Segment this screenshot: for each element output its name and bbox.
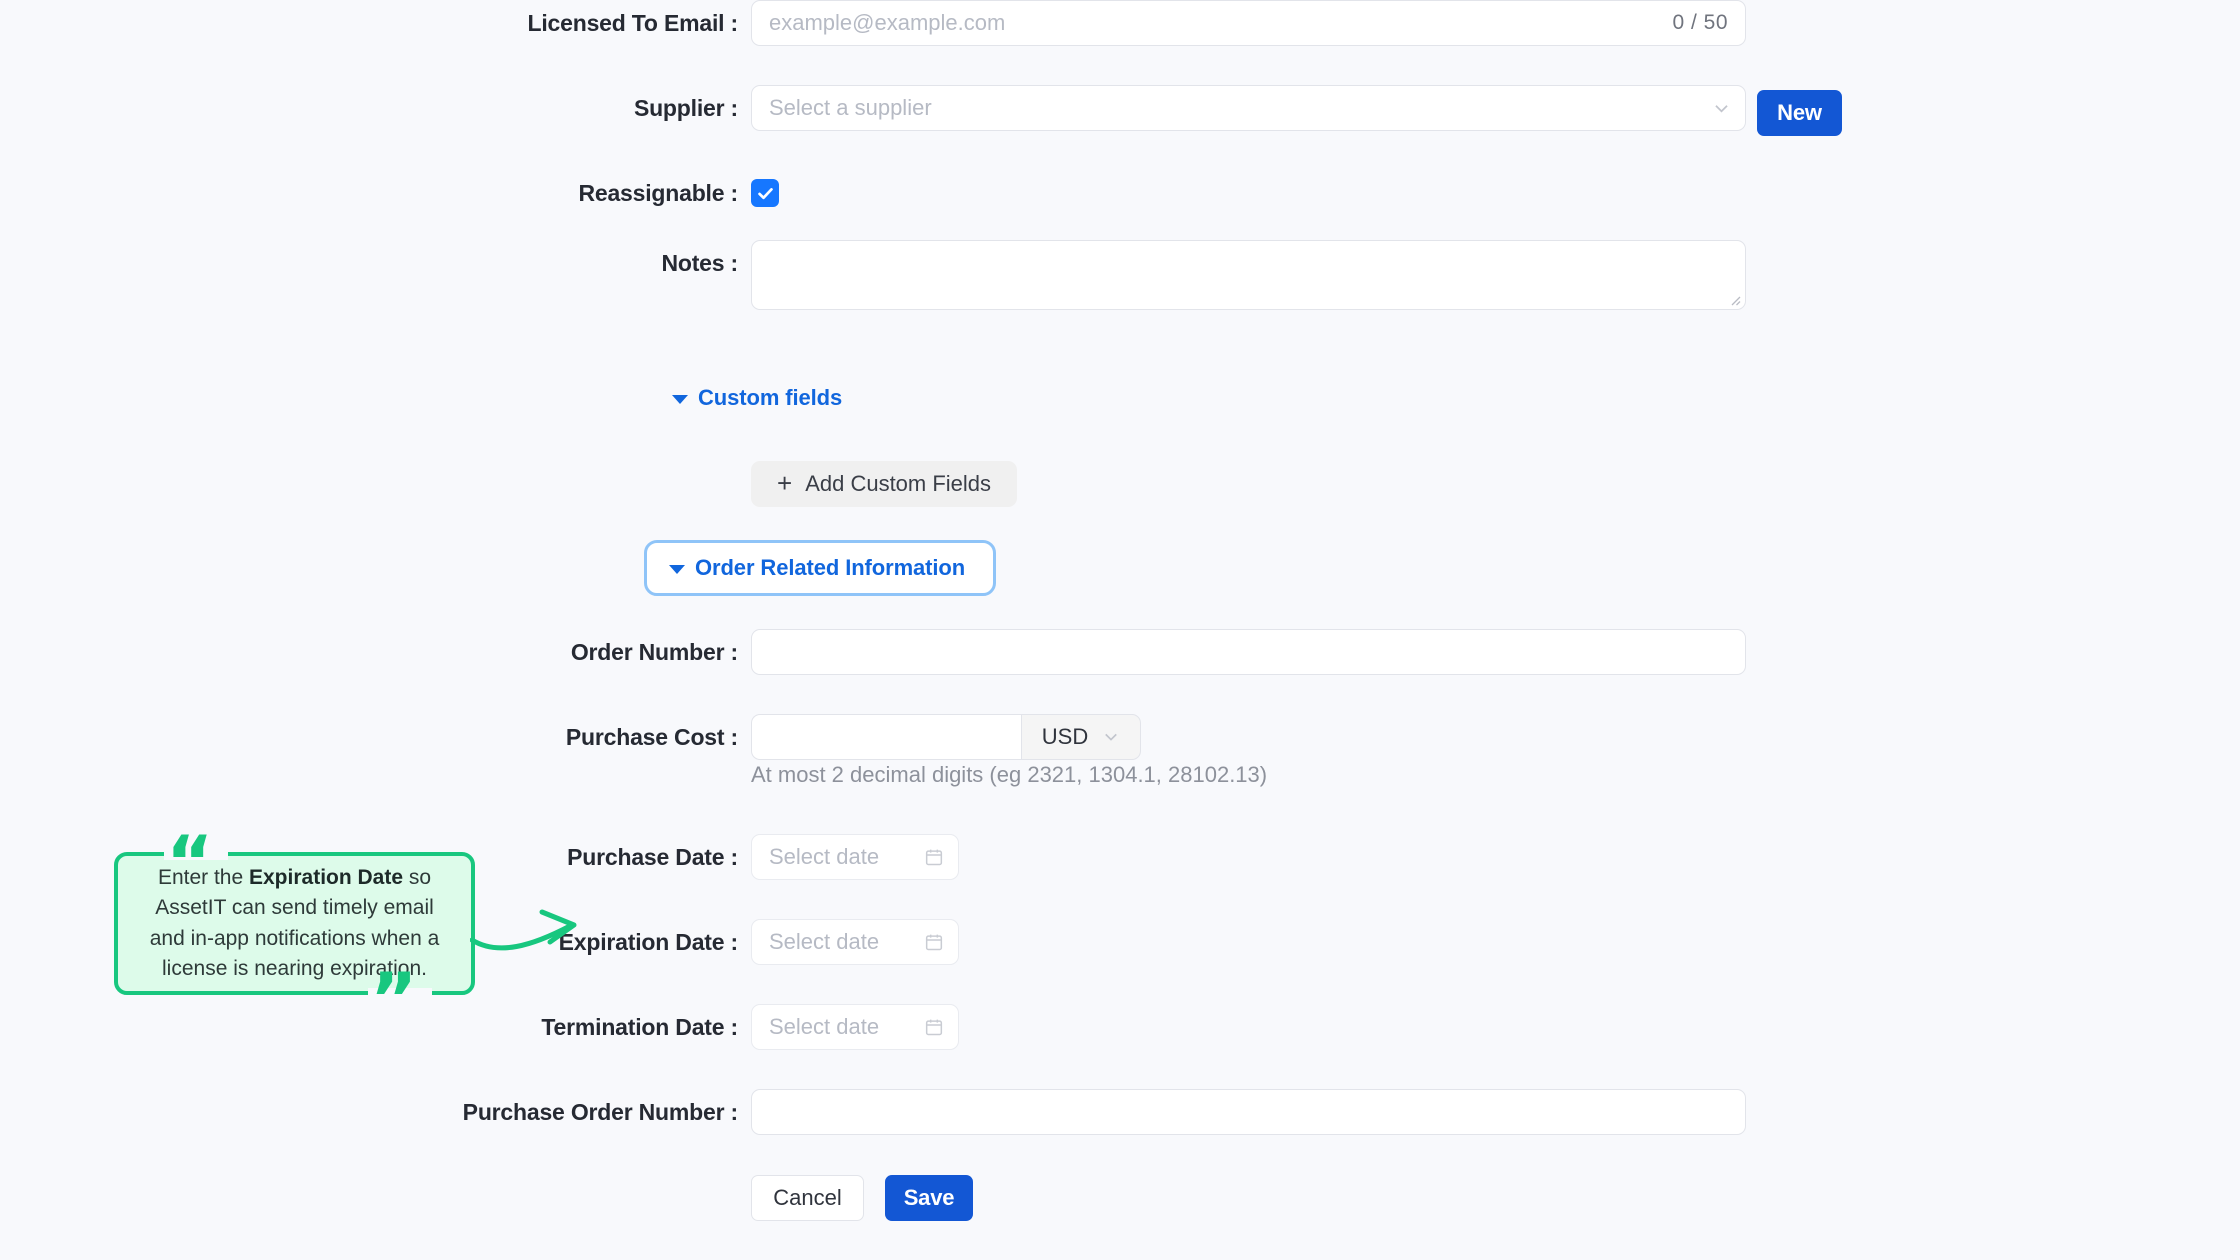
plus-icon: + — [777, 470, 792, 496]
license-form-page: Licensed To Email : example@example.com … — [0, 0, 2240, 1260]
termination-date-input[interactable]: Select date — [751, 1004, 959, 1050]
currency-value: USD — [1042, 724, 1088, 750]
label-purchase-order-number: Purchase Order Number : — [0, 1089, 751, 1135]
section-toggle-custom-fields[interactable]: Custom fields — [672, 385, 842, 411]
field-row-purchase-order-number: Purchase Order Number : — [0, 1089, 2240, 1135]
field-row-purchase-cost: Purchase Cost : USD — [0, 714, 2240, 760]
order-number-input[interactable] — [751, 629, 1746, 675]
control-termination-date: Select date — [751, 1004, 959, 1050]
licensed-to-email-input[interactable]: example@example.com 0 / 50 — [751, 0, 1746, 46]
save-button[interactable]: Save — [885, 1175, 973, 1221]
section-toggle-order-related-information[interactable]: Order Related Information — [644, 540, 996, 596]
label-supplier: Supplier : — [0, 85, 751, 131]
supplier-placeholder: Select a supplier — [769, 95, 932, 121]
chevron-down-icon — [1712, 99, 1731, 118]
expiration-date-placeholder: Select date — [769, 929, 879, 955]
new-supplier-button[interactable]: New — [1757, 90, 1842, 136]
field-row-termination-date: Termination Date : Select date — [0, 1004, 2240, 1050]
control-expiration-date: Select date — [751, 919, 959, 965]
control-notes — [751, 240, 1746, 310]
calendar-icon — [924, 1017, 944, 1037]
quote-open-icon: “ — [166, 826, 213, 898]
quote-close-icon: ” — [370, 963, 417, 1035]
supplier-select[interactable]: Select a supplier — [751, 85, 1746, 131]
control-licensed-to-email: example@example.com 0 / 50 — [751, 0, 1746, 46]
caret-down-icon — [669, 565, 685, 574]
label-reassignable: Reassignable : — [0, 170, 751, 216]
control-purchase-cost: USD — [751, 714, 1141, 760]
purchase-date-placeholder: Select date — [769, 844, 879, 870]
purchase-order-number-input[interactable] — [751, 1089, 1746, 1135]
control-reassignable — [751, 170, 779, 207]
control-supplier: Select a supplier — [751, 85, 1746, 131]
form-actions: Cancel Save — [751, 1175, 973, 1221]
cancel-button[interactable]: Cancel — [751, 1175, 864, 1221]
label-licensed-to-email: Licensed To Email : — [0, 0, 751, 46]
annotation-arrow-icon — [470, 900, 610, 960]
termination-date-placeholder: Select date — [769, 1014, 879, 1040]
add-custom-fields-button[interactable]: + Add Custom Fields — [751, 461, 1017, 507]
resize-handle-icon[interactable] — [1727, 292, 1741, 306]
calendar-icon — [924, 847, 944, 867]
purchase-date-input[interactable]: Select date — [751, 834, 959, 880]
licensed-to-email-placeholder: example@example.com — [769, 10, 1005, 36]
label-order-number: Order Number : — [0, 629, 751, 675]
purchase-cost-currency-select[interactable]: USD — [1021, 714, 1141, 760]
field-row-licensed-to-email: Licensed To Email : example@example.com … — [0, 0, 2240, 46]
expiration-date-input[interactable]: Select date — [751, 919, 959, 965]
label-purchase-cost: Purchase Cost : — [0, 714, 751, 760]
reassignable-checkbox[interactable] — [751, 179, 779, 207]
chevron-down-icon — [1101, 728, 1120, 747]
field-row-order-number: Order Number : — [0, 629, 2240, 675]
purchase-cost-input[interactable] — [751, 714, 1021, 760]
licensed-to-email-counter: 0 / 50 — [1672, 11, 1728, 35]
annotation-emphasis: Expiration Date — [249, 866, 403, 889]
label-notes: Notes : — [0, 240, 751, 286]
add-custom-fields-label: Add Custom Fields — [805, 471, 991, 497]
field-row-notes: Notes : — [0, 240, 2240, 310]
control-purchase-date: Select date — [751, 834, 959, 880]
notes-textarea[interactable] — [751, 240, 1746, 310]
control-purchase-order-number — [751, 1089, 1746, 1135]
caret-down-icon — [672, 395, 688, 404]
control-order-number — [751, 629, 1746, 675]
field-row-reassignable: Reassignable : — [0, 170, 2240, 216]
check-icon — [756, 184, 775, 203]
section-label-custom-fields: Custom fields — [698, 385, 842, 411]
purchase-cost-hint: At most 2 decimal digits (eg 2321, 1304.… — [751, 762, 1267, 788]
field-row-supplier: Supplier : Select a supplier — [0, 85, 2240, 131]
section-label-order-related-information: Order Related Information — [695, 555, 965, 581]
calendar-icon — [924, 932, 944, 952]
